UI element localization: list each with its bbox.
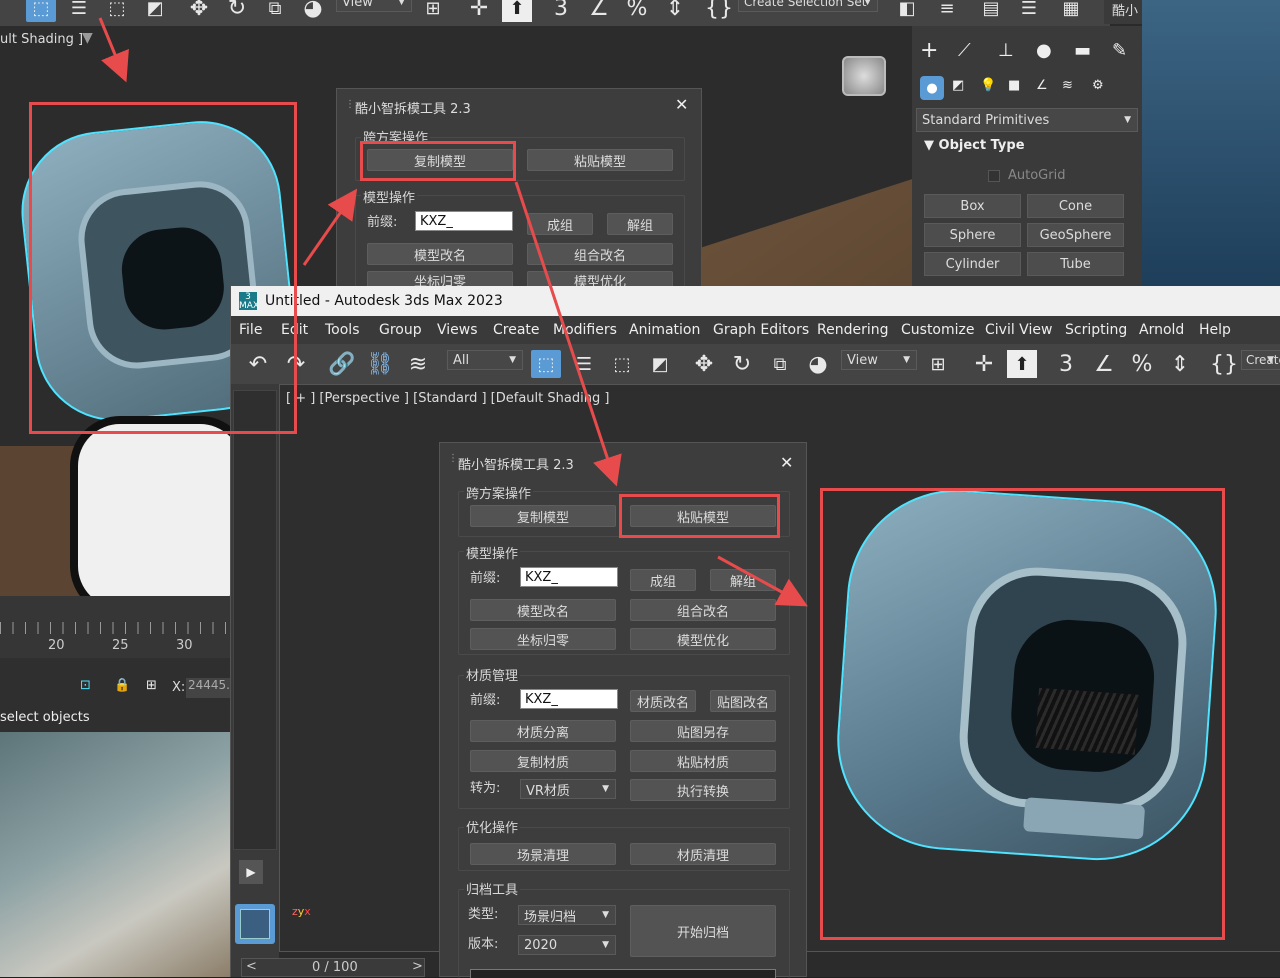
arrow-copy-to-paste <box>514 181 622 487</box>
arrow-model-to-copy <box>302 188 358 266</box>
arrow-paste-to-front-model <box>717 555 808 607</box>
annotation-arrows <box>98 17 808 607</box>
arrow-to-back-model <box>98 17 129 83</box>
